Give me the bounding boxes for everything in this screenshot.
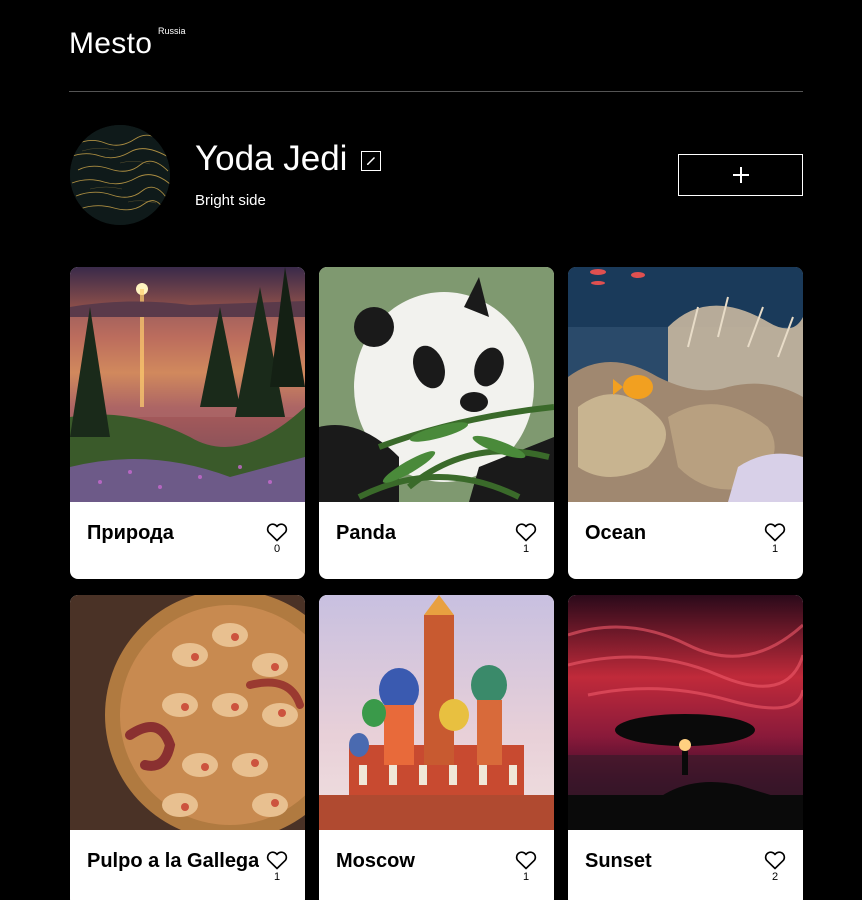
card-image[interactable] <box>319 267 554 502</box>
header: Mesto Russia <box>69 0 803 92</box>
like-count: 1 <box>522 543 530 555</box>
profile-name-row: Yoda Jedi <box>195 138 382 180</box>
profile: Yoda Jedi Bright side <box>69 124 803 225</box>
coral-reef-image <box>568 267 803 502</box>
card: Sunset 2 <box>568 595 803 900</box>
card-image[interactable] <box>70 595 305 830</box>
card-title: Sunset <box>585 850 652 872</box>
like-count: 1 <box>771 543 779 555</box>
like-count: 1 <box>522 871 530 883</box>
card-image[interactable] <box>568 595 803 830</box>
panda-image <box>319 267 554 502</box>
like-box: 2 <box>764 851 786 884</box>
profile-about: Bright side <box>195 192 266 209</box>
like-count: 0 <box>273 543 281 555</box>
profile-name: Yoda Jedi <box>195 139 348 178</box>
like-box: 1 <box>764 523 786 556</box>
logo-text: Mesto <box>69 27 153 60</box>
profile-info: Yoda Jedi Bright side <box>195 138 382 210</box>
card-title: Природа <box>87 522 174 544</box>
tree-sunset-image <box>568 595 803 830</box>
add-card-button[interactable] <box>678 154 803 196</box>
card-image[interactable] <box>568 267 803 502</box>
card-title: Panda <box>336 522 397 544</box>
edit-profile-button[interactable] <box>361 151 382 171</box>
like-box: 1 <box>515 851 537 884</box>
like-box: 1 <box>266 851 288 884</box>
card: Moscow 1 <box>319 595 554 900</box>
logo-superscript: Russia <box>158 26 186 36</box>
card-title: Moscow <box>336 850 415 872</box>
avatar[interactable] <box>70 125 170 225</box>
heart-icon[interactable] <box>266 851 288 870</box>
logo[interactable]: Mesto Russia <box>69 24 186 64</box>
heart-icon[interactable] <box>764 523 786 542</box>
card-title: Pulpo a la Gallega <box>87 850 260 872</box>
card: Ocean 1 <box>568 267 803 579</box>
pencil-icon <box>367 157 376 165</box>
card: Panda 1 <box>319 267 554 579</box>
like-count: 2 <box>771 871 779 883</box>
card-image[interactable] <box>70 267 305 502</box>
page: Mesto Russia Yoda Jedi Bright side Приро… <box>0 0 862 900</box>
like-box: 0 <box>266 523 288 556</box>
heart-icon[interactable] <box>515 523 537 542</box>
heart-icon[interactable] <box>764 851 786 870</box>
card: Pulpo a la Gallega 1 <box>70 595 305 900</box>
sunset-lake-image <box>70 267 305 502</box>
heart-icon[interactable] <box>515 851 537 870</box>
plus-icon <box>732 167 749 183</box>
like-count: 1 <box>273 871 281 883</box>
card-title: Ocean <box>585 522 647 544</box>
card-image[interactable] <box>319 595 554 830</box>
octopus-dish-image <box>70 595 305 830</box>
avatar-image <box>70 125 170 225</box>
like-box: 1 <box>515 523 537 556</box>
heart-icon[interactable] <box>266 523 288 542</box>
st-basils-image <box>319 595 554 830</box>
card: Природа 0 <box>70 267 305 579</box>
